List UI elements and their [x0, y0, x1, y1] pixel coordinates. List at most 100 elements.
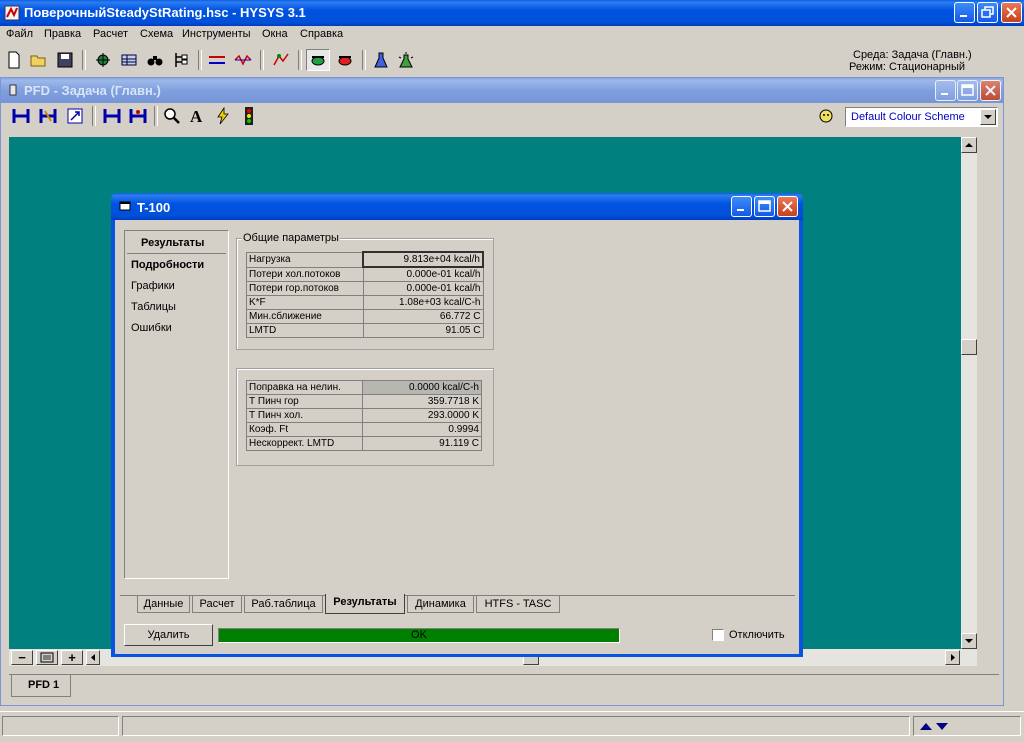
tab-calc[interactable]: Расчет — [192, 596, 242, 613]
nav-item-charts[interactable]: Графики — [131, 280, 175, 292]
colour-scheme-icon[interactable] — [817, 107, 835, 125]
tab-results-label: Результаты — [333, 596, 397, 608]
row-value[interactable]: 66.772 C — [362, 309, 484, 324]
wave-icon[interactable] — [234, 51, 252, 69]
tab-htfs-tasc-label: HTFS - TASC — [484, 598, 552, 610]
page-icon — [40, 652, 54, 663]
tab-results[interactable]: Результаты — [325, 594, 405, 614]
row-value[interactable]: 0.000e-01 kcal/h — [362, 281, 484, 296]
dynamic-mode-icon[interactable] — [336, 51, 354, 69]
environment-label: Среда: Задача (Главн.) — [853, 49, 972, 61]
dialog-minimize-button[interactable] — [731, 196, 752, 217]
menu-help[interactable]: Справка — [300, 28, 343, 40]
row-label: Коэф. Ft — [246, 422, 363, 437]
tab-htfs-tasc[interactable]: HTFS - TASC — [476, 596, 560, 613]
workbook-icon[interactable] — [94, 51, 112, 69]
zoom-out-button[interactable]: − — [11, 650, 33, 665]
app-restore-button[interactable] — [977, 2, 998, 23]
stream-lines-icon[interactable] — [208, 51, 226, 69]
row-value[interactable]: 0.9994 — [362, 422, 482, 437]
pfd-title-bar[interactable]: PFD - Задача (Главн.) — [1, 78, 1003, 103]
binoculars-icon[interactable] — [146, 51, 164, 69]
zoom-window-icon[interactable] — [66, 107, 84, 125]
tab-data[interactable]: Данные — [137, 596, 190, 613]
arrow-left-icon — [91, 654, 95, 661]
app-close-button[interactable] — [1001, 2, 1022, 23]
pfd-minimize-button[interactable] — [935, 80, 956, 101]
sun-flask-icon[interactable] — [397, 51, 415, 69]
menu-file[interactable]: Файл — [6, 28, 33, 40]
maximize-icon — [961, 84, 974, 96]
row-value[interactable]: 359.7718 K — [362, 394, 482, 409]
up-down-arrows-icon — [920, 723, 948, 730]
zoom-all-icon[interactable] — [12, 107, 30, 125]
row-value[interactable]: 91.119 C — [362, 436, 482, 451]
row-value[interactable]: 91.05 C — [362, 323, 484, 338]
pfd-tab[interactable]: PFD 1 — [11, 675, 71, 697]
nav-item-tables[interactable]: Таблицы — [131, 301, 176, 313]
tab-data-label: Данные — [143, 598, 184, 610]
scroll-down-button[interactable] — [961, 633, 977, 649]
table-row: Коэф. Ft 0.9994 — [246, 422, 482, 437]
pfd-close-button[interactable] — [980, 80, 1001, 101]
row-value[interactable]: 9.813e+04 kcal/h — [362, 251, 484, 268]
row-value[interactable]: 293.0000 K — [362, 408, 482, 423]
t100-title-bar[interactable]: T-100 — [111, 193, 803, 220]
traffic-light-icon[interactable] — [240, 107, 258, 125]
colour-scheme-select[interactable]: Default Colour Scheme — [845, 107, 998, 127]
pfd-vertical-scrollbar[interactable] — [961, 137, 977, 649]
dialog-title: T-100 — [137, 200, 171, 215]
tree-icon[interactable] — [172, 51, 190, 69]
save-icon[interactable] — [56, 51, 74, 69]
dialog-close-button[interactable] — [777, 196, 798, 217]
flask-icon[interactable] — [372, 51, 390, 69]
pfd-maximize-button[interactable] — [957, 80, 978, 101]
scroll-up-button[interactable] — [961, 137, 977, 153]
open-folder-icon[interactable] — [30, 51, 48, 69]
scroll-right-button[interactable] — [945, 650, 960, 665]
delete-button[interactable]: Удалить — [124, 624, 213, 646]
scroll-left-button[interactable] — [86, 650, 100, 665]
row-value[interactable]: 0.0000 kcal/C-h — [362, 380, 482, 395]
colour-scheme-dropdown-button[interactable] — [980, 109, 996, 125]
status-cell-3[interactable] — [913, 716, 1021, 736]
nav-item-errors[interactable]: Ошибки — [131, 322, 172, 334]
row-value[interactable]: 0.000e-01 kcal/h — [362, 266, 484, 282]
row-label: Нескоррект. LMTD — [246, 436, 363, 451]
zoom-page-button[interactable] — [36, 650, 58, 665]
tab-worksheet[interactable]: Раб.таблица — [244, 596, 323, 613]
hysys-app-icon — [4, 5, 20, 21]
disable-label[interactable]: Отключить — [729, 629, 785, 641]
mode-label: Режим: Стационарный — [849, 61, 965, 73]
dialog-maximize-button[interactable] — [754, 196, 775, 217]
table-icon[interactable] — [120, 51, 138, 69]
app-title-bar[interactable]: ПоверочныйSteadyStRating.hsc - HYSYS 3.1 — [0, 0, 1024, 26]
menu-calc[interactable]: Расчет — [93, 28, 128, 40]
zoom-in-button[interactable]: + — [61, 650, 83, 665]
menu-edit[interactable]: Правка — [44, 28, 81, 40]
zoom-fit-icon[interactable] — [39, 107, 57, 125]
steady-state-toggle[interactable] — [306, 49, 330, 71]
minimize-icon — [960, 15, 967, 17]
table-row: Нескоррект. LMTD 91.119 C — [246, 436, 482, 451]
menu-windows[interactable]: Окна — [262, 28, 288, 40]
lightning-icon[interactable] — [214, 107, 232, 125]
stream-graph-icon[interactable] — [272, 51, 290, 69]
auto-position-icon[interactable] — [129, 107, 147, 125]
tab-dynamics[interactable]: Динамика — [407, 596, 474, 613]
pfd-tab-bar — [9, 674, 999, 675]
attach-mode-icon[interactable] — [103, 107, 121, 125]
app-status-bar — [0, 708, 1024, 742]
menu-tools[interactable]: Инструменты — [182, 28, 251, 40]
minimize-icon — [737, 209, 744, 211]
text-tool-icon[interactable]: A — [188, 107, 206, 125]
nav-item-details[interactable]: Подробности — [131, 259, 204, 271]
app-minimize-button[interactable] — [954, 2, 975, 23]
disable-checkbox[interactable] — [712, 629, 724, 641]
magnifier-icon[interactable] — [163, 107, 181, 125]
row-value[interactable]: 1.08e+03 kcal/C-h — [362, 295, 484, 310]
status-bar-ok: OK — [218, 628, 620, 643]
vertical-scroll-thumb[interactable] — [961, 339, 977, 355]
menu-scheme[interactable]: Схема — [140, 28, 173, 40]
new-file-icon[interactable] — [5, 51, 23, 69]
